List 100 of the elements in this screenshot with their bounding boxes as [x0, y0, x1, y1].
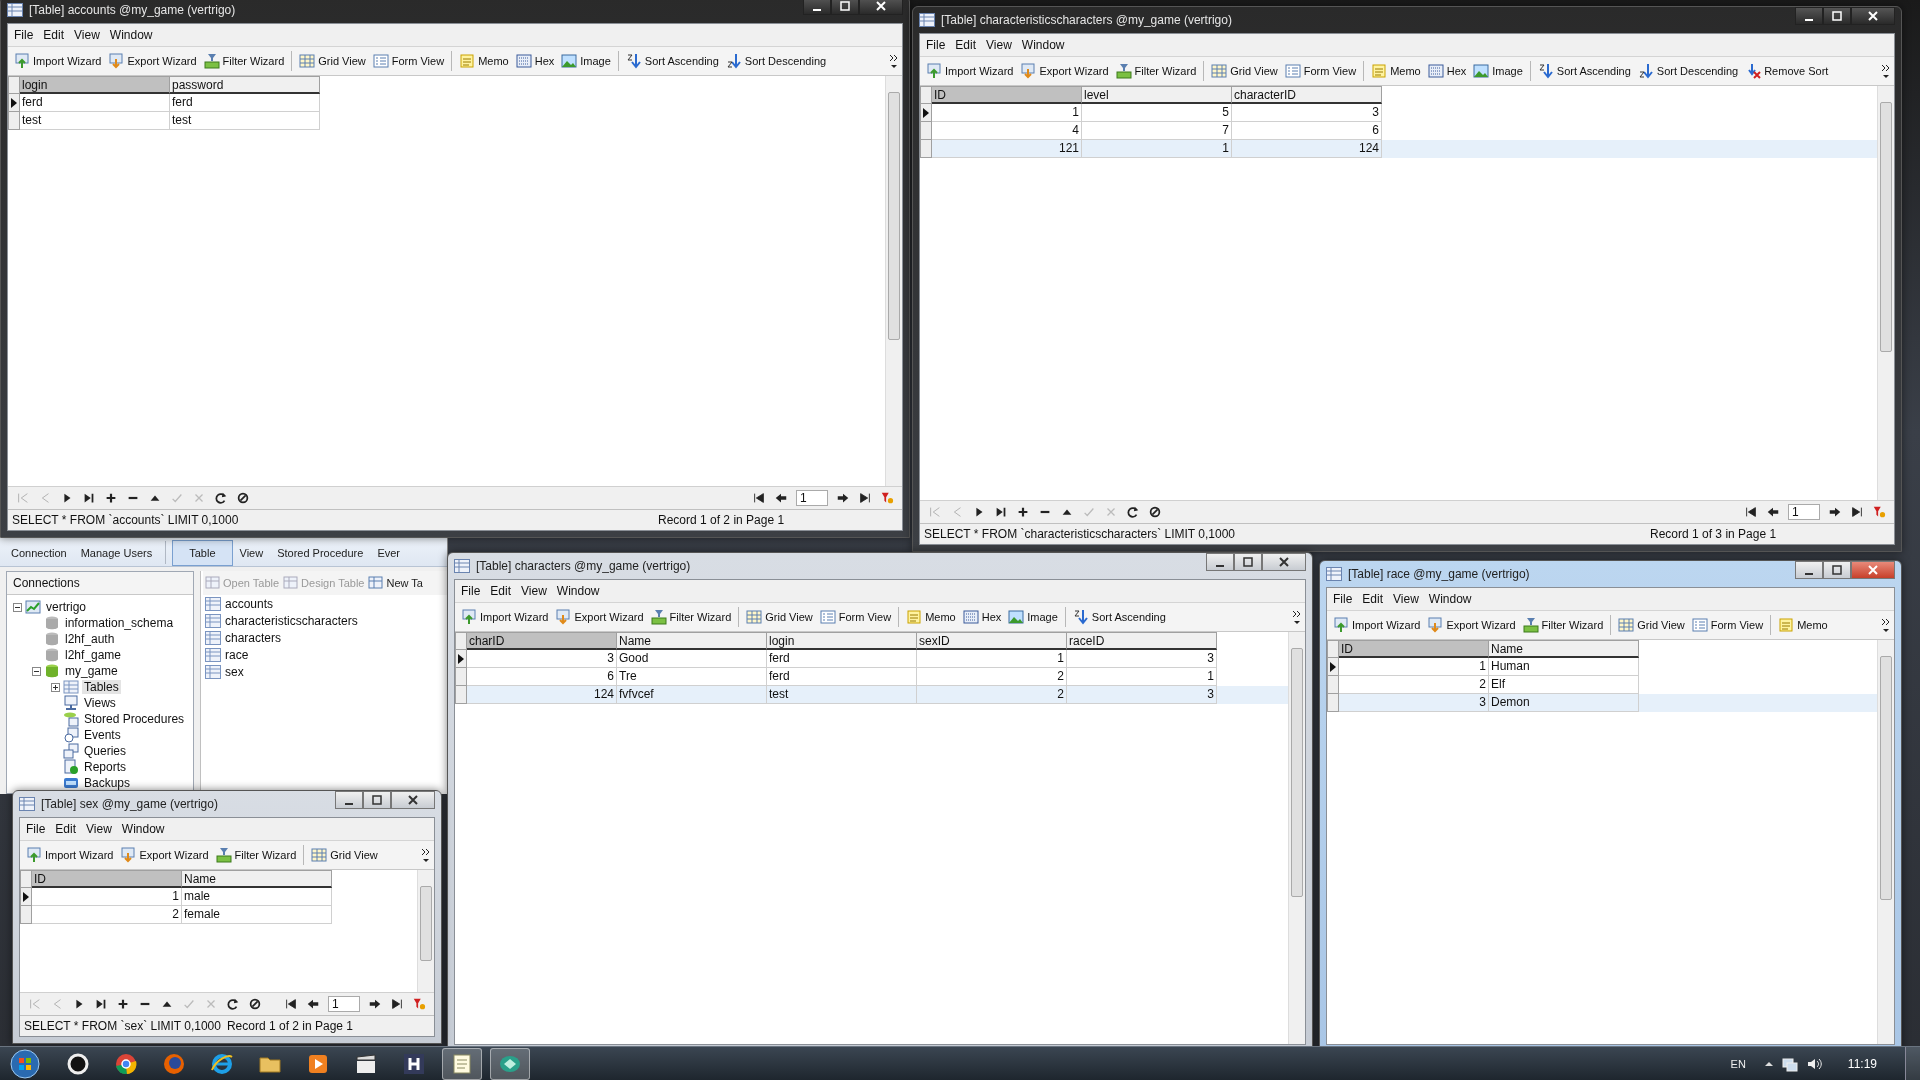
first-page-icon[interactable] [1744, 505, 1758, 519]
tree-item[interactable]: Backups [82, 776, 133, 790]
minimize-button[interactable] [1206, 553, 1234, 571]
menu-item[interactable]: Edit [43, 28, 65, 42]
tree-item[interactable]: Views [82, 696, 118, 710]
table-list-item[interactable]: race [225, 647, 249, 662]
toolbar-button[interactable]: Sort Ascending [622, 51, 722, 71]
column-header[interactable]: Name [1489, 640, 1639, 658]
table-list-item[interactable]: characters [225, 630, 282, 645]
toolbar-button[interactable]: Import Wizard [11, 51, 105, 71]
menu-item[interactable]: Window [1021, 38, 1065, 52]
row-indicator[interactable] [455, 650, 467, 668]
menu-item[interactable]: Edit [1362, 592, 1384, 606]
stop-icon[interactable] [1148, 505, 1162, 519]
close-button[interactable] [1851, 7, 1895, 25]
last-record-icon[interactable] [94, 997, 108, 1011]
toolbar-button[interactable]: Image [1005, 607, 1061, 627]
toolbar-button[interactable]: Hex [512, 51, 558, 71]
expand-toggle-icon[interactable] [51, 682, 60, 692]
overflow-chevron-icon[interactable] [1292, 609, 1302, 625]
scrollbar-thumb[interactable] [420, 886, 432, 962]
add-icon[interactable] [104, 491, 118, 505]
toolbar-button[interactable]: Filter Wizard [200, 51, 288, 71]
menu-item[interactable]: File [26, 822, 46, 836]
check-icon[interactable] [182, 997, 196, 1011]
column-header[interactable]: sexID [917, 632, 1067, 650]
page-number-field[interactable]: 1 [1788, 504, 1820, 520]
maximize-button[interactable] [831, 0, 859, 15]
maximize-button[interactable] [1234, 553, 1262, 571]
scrollbar-thumb[interactable] [1880, 102, 1892, 353]
add-icon[interactable] [1016, 505, 1030, 519]
toolbar-button[interactable]: Filter Wizard [1112, 61, 1200, 81]
tree-item[interactable]: Events [82, 728, 123, 742]
page-number-field[interactable]: 1 [328, 996, 360, 1012]
toolbar-button[interactable]: Memo [456, 51, 512, 71]
row-indicator[interactable] [920, 104, 932, 122]
toolbar-button[interactable]: Filter Wizard [212, 845, 300, 865]
toolbar-button[interactable]: Hex [959, 607, 1005, 627]
page-number-field[interactable]: 1 [796, 490, 828, 506]
minimize-button[interactable] [803, 0, 831, 15]
refresh-icon[interactable] [214, 491, 228, 505]
ribbon-tab[interactable]: Table [172, 540, 233, 566]
scrollbar-thumb[interactable] [1880, 656, 1892, 901]
overflow-chevron-icon[interactable] [1881, 63, 1891, 79]
refresh-icon[interactable] [1126, 505, 1140, 519]
menu-item[interactable]: View [1393, 592, 1419, 606]
toolbar-button[interactable]: Grid View [308, 845, 381, 865]
next-page-icon[interactable] [836, 491, 850, 505]
start-button[interactable] [10, 1048, 40, 1079]
last-record-icon[interactable] [994, 505, 1008, 519]
overflow-chevron-icon[interactable] [889, 53, 899, 69]
tree-item[interactable]: vertrigo [44, 600, 88, 614]
add-icon[interactable] [116, 997, 130, 1011]
filter-tool-icon[interactable] [412, 997, 426, 1011]
toolbar-button[interactable]: Form View [1281, 61, 1360, 81]
maximize-button[interactable] [1823, 561, 1851, 579]
row-indicator[interactable] [1327, 658, 1339, 676]
toolbar-button[interactable]: Grid View [1208, 61, 1281, 81]
tree-item[interactable]: my_game [63, 664, 120, 678]
minimize-button[interactable] [335, 791, 363, 809]
menu-item[interactable]: File [14, 28, 34, 42]
last-page-icon[interactable] [858, 491, 872, 505]
tree-item[interactable]: Queries [82, 744, 129, 758]
tree-item[interactable]: Tables [82, 680, 121, 694]
table-row[interactable]: 2 female [20, 906, 417, 924]
column-header[interactable]: Name [617, 632, 767, 650]
toolbar-button[interactable]: Export Wizard [105, 51, 200, 71]
tree-item[interactable]: Reports [82, 760, 129, 774]
close-button[interactable] [1262, 553, 1306, 571]
scrollbar-thumb[interactable] [888, 92, 900, 340]
navicat-taskbar-button[interactable] [490, 1047, 530, 1080]
toolbar-button[interactable]: Grid View [1615, 615, 1688, 635]
ribbon-tab[interactable]: Stored Procedure [270, 540, 371, 566]
column-header[interactable]: raceID [1067, 632, 1217, 650]
notepad-taskbar-button[interactable] [442, 1047, 482, 1080]
table-row[interactable]: test test [8, 112, 885, 130]
vertical-scrollbar[interactable] [885, 76, 902, 486]
menu-item[interactable]: Window [556, 584, 600, 598]
previous-page-icon[interactable] [774, 491, 788, 505]
filter-tool-icon[interactable] [1872, 505, 1886, 519]
tree-item[interactable]: information_schema [63, 616, 176, 630]
toolbar-button[interactable]: Hex [1424, 61, 1470, 81]
first-page-icon[interactable] [284, 997, 298, 1011]
refresh-icon[interactable] [226, 997, 240, 1011]
table-row[interactable]: 3 Demon [1327, 694, 1877, 712]
column-header[interactable]: login [767, 632, 917, 650]
maximize-button[interactable] [1823, 7, 1851, 25]
column-header[interactable]: password [170, 76, 320, 94]
table-row[interactable]: ferd ferd [8, 94, 885, 112]
expand-toggle-icon[interactable] [13, 602, 22, 612]
menu-item[interactable]: Edit [955, 38, 977, 52]
toolbar-button[interactable]: Export Wizard [117, 845, 212, 865]
column-header[interactable]: level [1082, 86, 1232, 104]
toolbar-button[interactable]: Grid View [743, 607, 816, 627]
row-indicator[interactable] [20, 888, 32, 906]
toolbar-button[interactable]: Export Wizard [1424, 615, 1519, 635]
table-row[interactable]: 1 5 3 [920, 104, 1877, 122]
toolbar-button[interactable]: Sort Ascending [1534, 61, 1634, 81]
close-button[interactable] [391, 791, 435, 809]
minimize-button[interactable] [1795, 7, 1823, 25]
